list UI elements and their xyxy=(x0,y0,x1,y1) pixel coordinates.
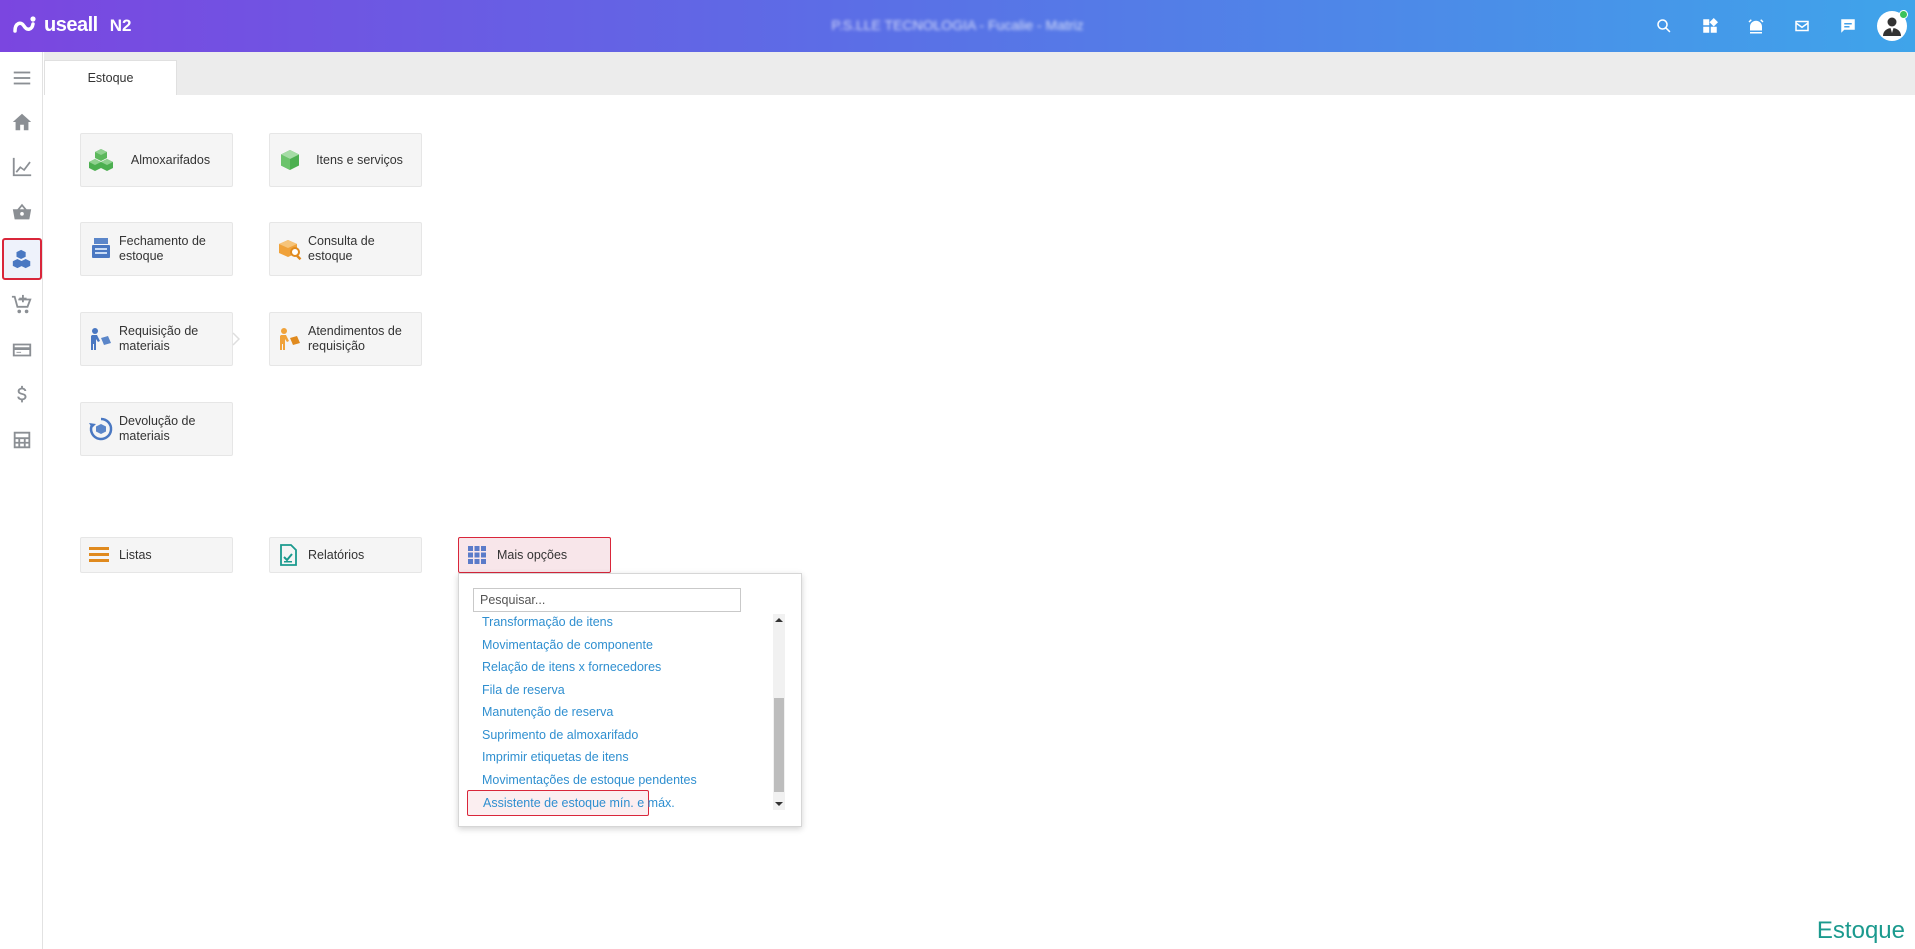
home-icon[interactable] xyxy=(2,101,42,143)
useall-logo-icon xyxy=(13,15,36,33)
mais-opcoes-dropdown: Transformação de itens Movimentação de c… xyxy=(458,573,802,827)
dropdown-scrollbar[interactable] xyxy=(773,614,785,810)
listas-button[interactable]: Listas xyxy=(80,537,233,573)
tab-estoque[interactable]: Estoque xyxy=(44,60,177,95)
scroll-down-icon[interactable] xyxy=(773,798,785,810)
tile-label: Almoxarifados xyxy=(130,152,211,167)
option-relacao-itens-fornecedores[interactable]: Relação de itens x fornecedores xyxy=(482,660,661,674)
chevron-right-icon xyxy=(232,332,240,346)
person-carry-icon xyxy=(87,325,115,353)
option-transformacao-itens[interactable]: Transformação de itens xyxy=(482,616,613,629)
box-search-icon xyxy=(276,235,304,263)
online-status-dot xyxy=(1899,10,1908,19)
mail-icon[interactable] xyxy=(1779,0,1825,52)
logo-text: useall xyxy=(44,14,98,36)
tile-atendimentos-requisicao[interactable]: Atendimentos de requisição xyxy=(269,312,422,366)
mais-opcoes-button[interactable]: Mais opções xyxy=(458,537,611,573)
tile-fechamento-estoque[interactable]: Fechamento de estoque xyxy=(80,222,233,276)
option-movimentacao-componente[interactable]: Movimentação de componente xyxy=(482,638,653,652)
tile-itens-servicos[interactable]: Itens e serviços xyxy=(269,133,422,187)
register-icon xyxy=(87,235,115,263)
option-assistente-estoque-min-max[interactable]: Assistente de estoque mín. e máx. xyxy=(467,790,675,816)
option-imprimir-etiquetas[interactable]: Imprimir etiquetas de itens xyxy=(482,750,629,764)
mais-opcoes-label: Mais opções xyxy=(497,548,568,562)
company-name: P.S.LLE TECNOLOGIA - Fucalie - Matriz xyxy=(831,17,1084,33)
basket-icon[interactable] xyxy=(2,191,42,233)
chat-icon[interactable] xyxy=(1825,0,1871,52)
tile-almoxarifados[interactable]: Almoxarifados xyxy=(80,133,233,187)
alarm-icon[interactable] xyxy=(1733,0,1779,52)
tile-label: Itens e serviços xyxy=(316,152,403,167)
tile-label: Requisição de materiais xyxy=(119,324,199,353)
listas-label: Listas xyxy=(119,548,152,562)
credit-card-icon[interactable] xyxy=(2,329,42,371)
scroll-up-icon[interactable] xyxy=(773,614,785,626)
app-logo[interactable]: useall N2 xyxy=(12,14,131,37)
scroll-thumb[interactable] xyxy=(774,698,784,792)
module-title: Estoque xyxy=(1816,917,1905,944)
menu-icon[interactable] xyxy=(2,57,42,99)
tile-requisicao-materiais[interactable]: Requisição de materiais xyxy=(80,312,233,366)
dollar-icon[interactable] xyxy=(2,374,42,416)
grid-dots-icon xyxy=(465,543,489,567)
user-avatar[interactable] xyxy=(1877,10,1908,41)
boxes-green-icon xyxy=(87,146,115,174)
top-actions xyxy=(1641,0,1915,52)
option-movimentacoes-pendentes[interactable]: Movimentações de estoque pendentes xyxy=(482,773,697,787)
boxes-icon[interactable] xyxy=(2,238,42,280)
tab-bar: Estoque xyxy=(44,52,1915,95)
calculator-icon[interactable] xyxy=(2,419,42,461)
relatorios-label: Relatórios xyxy=(308,548,365,562)
apps-grid-icon[interactable] xyxy=(1687,0,1733,52)
box-green-icon xyxy=(276,146,304,174)
sidebar xyxy=(0,52,43,949)
top-bar: useall N2 P.S.LLE TECNOLOGIA - Fucalie -… xyxy=(0,0,1915,52)
tile-label: Devolução de materiais xyxy=(119,414,196,443)
option-suprimento-almoxarifado[interactable]: Suprimento de almoxarifado xyxy=(482,728,638,742)
tile-label: Fechamento de estoque xyxy=(119,234,206,263)
list-icon xyxy=(87,543,111,567)
cart-add-icon[interactable] xyxy=(2,284,42,326)
dropdown-search-input[interactable] xyxy=(473,588,741,612)
tile-devolucao-materiais[interactable]: Devolução de materiais xyxy=(80,402,233,456)
report-icon xyxy=(276,543,300,567)
option-fila-reserva[interactable]: Fila de reserva xyxy=(482,683,565,697)
version-label: N2 xyxy=(109,15,132,35)
tile-label: Consulta de estoque xyxy=(308,234,375,263)
option-manutencao-reserva[interactable]: Manutenção de reserva xyxy=(482,705,613,719)
options-list: Transformação de itens Movimentação de c… xyxy=(459,616,789,828)
relatorios-button[interactable]: Relatórios xyxy=(269,537,422,573)
return-box-icon xyxy=(87,415,115,443)
search-icon[interactable] xyxy=(1641,0,1687,52)
person-deliver-icon xyxy=(276,325,304,353)
tile-label: Atendimentos de requisição xyxy=(308,324,402,353)
tile-consulta-estoque[interactable]: Consulta de estoque xyxy=(269,222,422,276)
chart-line-icon[interactable] xyxy=(2,146,42,188)
